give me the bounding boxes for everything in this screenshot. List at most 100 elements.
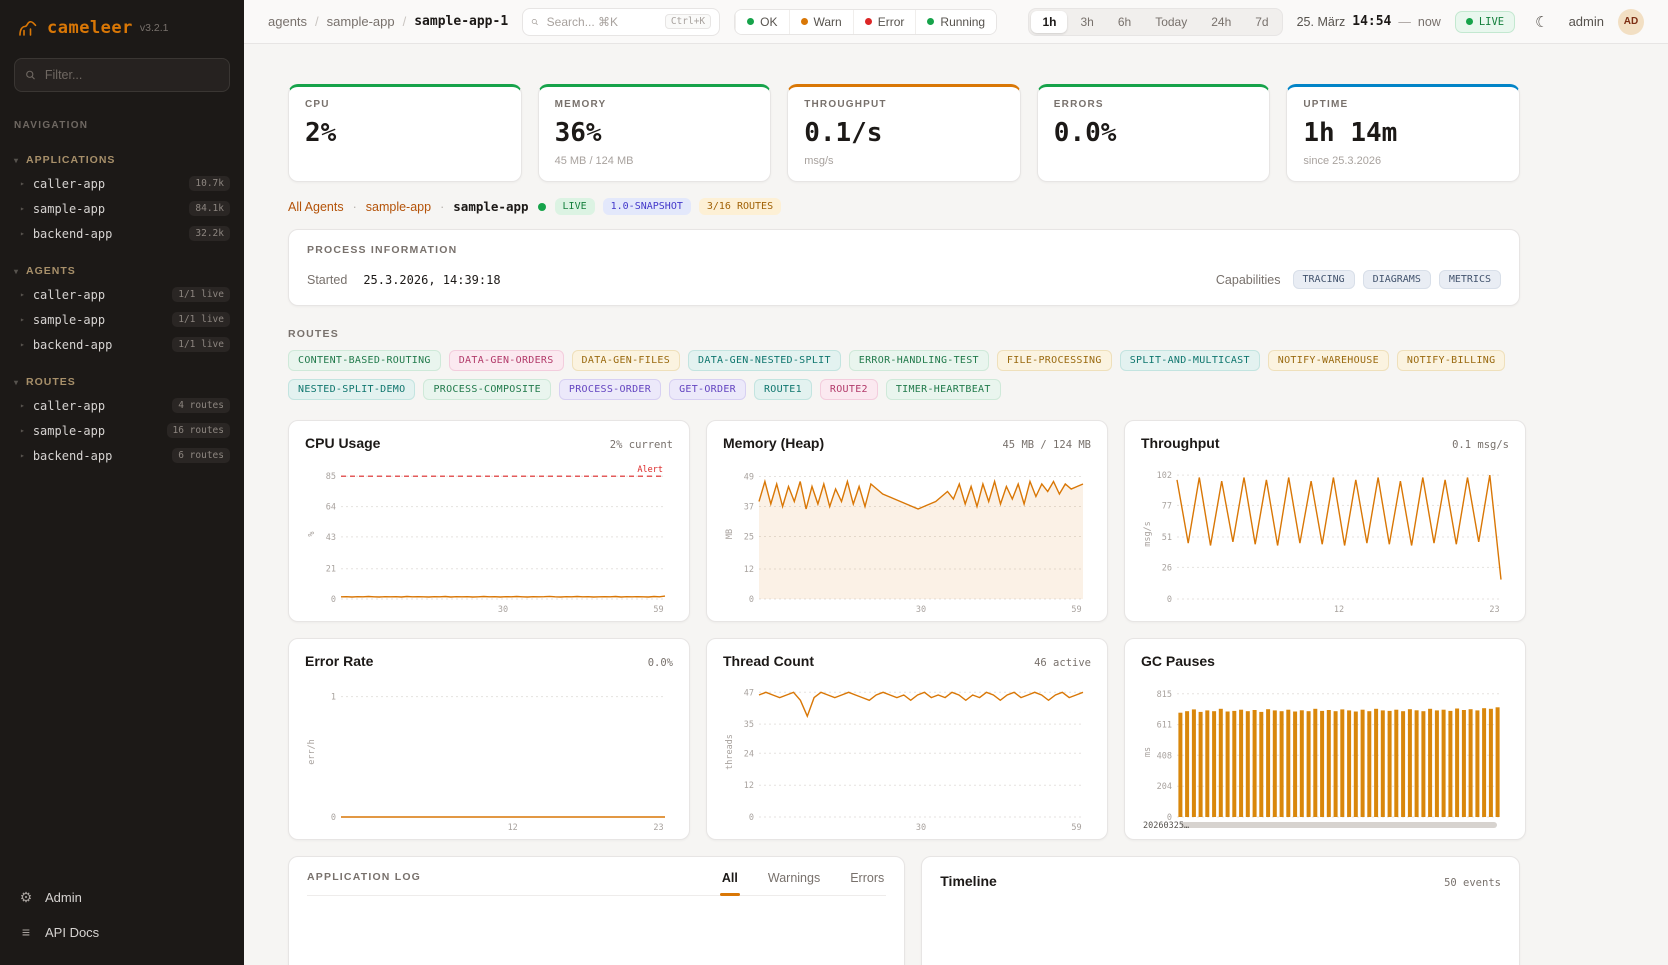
stat-card[interactable]: CPU 2% <box>288 84 522 182</box>
date-range-display[interactable]: 25. März 14:54 — now <box>1297 14 1441 29</box>
capability-badge[interactable]: TRACING <box>1293 270 1355 289</box>
log-tabs: All Warnings Errors <box>720 871 886 895</box>
agent-context-bar: All Agents · sample-app · sample-app LIV… <box>288 198 1520 215</box>
svg-text:30: 30 <box>498 605 508 615</box>
svg-text:12: 12 <box>508 823 518 833</box>
route-chip[interactable]: NOTIFY-WAREHOUSE <box>1268 350 1389 371</box>
time-range-button[interactable]: 24h <box>1200 11 1242 33</box>
chart-plot[interactable]: 01err/h1223 <box>305 675 673 833</box>
item-label: backend-app <box>33 449 112 463</box>
agent-badge: LIVE <box>555 198 595 215</box>
log-tab[interactable]: All <box>720 871 740 895</box>
sidebar-item-application[interactable]: ▸ sample-app 84.1k <box>0 196 244 221</box>
chevron-down-icon: ▾ <box>14 378 19 387</box>
section-header-routes[interactable]: ▾ ROUTES <box>0 371 244 393</box>
app-link[interactable]: sample-app <box>366 200 431 214</box>
breadcrumb-agents[interactable]: agents <box>268 14 307 29</box>
route-chip[interactable]: FILE-PROCESSING <box>997 350 1112 371</box>
filter-input[interactable] <box>43 67 219 83</box>
route-chip[interactable]: DATA-GEN-NESTED-SPLIT <box>688 350 841 371</box>
sidebar-filter[interactable] <box>14 58 230 92</box>
chevron-right-icon: ▸ <box>20 204 25 213</box>
sidebar-navigation: NAVIGATION ▾ APPLICATIONS ▸ caller-app 1… <box>0 92 244 872</box>
stat-card[interactable]: MEMORY 36% 45 MB / 124 MB <box>538 84 772 182</box>
stat-value: 1h 14m <box>1303 118 1503 148</box>
sidebar-item-agent[interactable]: ▸ caller-app 1/1 live <box>0 282 244 307</box>
sidebar-item-application[interactable]: ▸ backend-app 32.2k <box>0 221 244 246</box>
route-chip[interactable]: PROCESS-COMPOSITE <box>423 379 550 400</box>
section-header-agents[interactable]: ▾ AGENTS <box>0 260 244 282</box>
chart-title: Thread Count <box>723 653 814 669</box>
stat-card[interactable]: THROUGHPUT 0.1/s msg/s <box>787 84 1021 182</box>
log-tab[interactable]: Errors <box>848 871 886 895</box>
status-filter-button[interactable]: Warn <box>789 10 853 34</box>
svg-text:408: 408 <box>1157 751 1172 761</box>
sidebar-item-route-group[interactable]: ▸ backend-app 6 routes <box>0 443 244 468</box>
avatar[interactable]: AD <box>1618 9 1644 35</box>
svg-text:1: 1 <box>331 693 336 703</box>
sidebar-item-admin[interactable]: ⚙ Admin <box>0 880 244 915</box>
svg-text:37: 37 <box>744 503 754 513</box>
route-chip[interactable]: PROCESS-ORDER <box>559 379 661 400</box>
svg-text:49: 49 <box>744 473 754 483</box>
capability-badge[interactable]: DIAGRAMS <box>1363 270 1431 289</box>
chevron-right-icon: ▸ <box>20 229 25 238</box>
status-filter-button[interactable]: OK <box>735 10 788 34</box>
route-chip[interactable]: GET-ORDER <box>669 379 746 400</box>
chart-current-value: 2% current <box>610 439 673 451</box>
stat-card[interactable]: ERRORS 0.0% <box>1037 84 1271 182</box>
stat-subtext: 45 MB / 124 MB <box>555 155 755 168</box>
log-tab[interactable]: Warnings <box>766 871 822 895</box>
chart-plot[interactable]: 012253749MB3059 <box>723 457 1091 615</box>
sidebar-item-agent[interactable]: ▸ sample-app 1/1 live <box>0 307 244 332</box>
svg-text:err/h: err/h <box>307 739 317 765</box>
route-chip[interactable]: TIMER-HEARTBEAT <box>886 379 1001 400</box>
time-range-button[interactable]: 1h <box>1031 11 1067 33</box>
api-docs-label: API Docs <box>45 925 99 940</box>
time-range-button[interactable]: 6h <box>1107 11 1142 33</box>
chart-plot[interactable]: 0204408611815ms20260325… <box>1141 675 1509 833</box>
section-header-applications[interactable]: ▾ APPLICATIONS <box>0 149 244 171</box>
route-chip[interactable]: ERROR-HANDLING-TEST <box>849 350 989 371</box>
route-chip[interactable]: SPLIT-AND-MULTICAST <box>1120 350 1260 371</box>
stat-card[interactable]: UPTIME 1h 14m since 25.3.2026 <box>1286 84 1520 182</box>
sidebar-item-route-group[interactable]: ▸ caller-app 4 routes <box>0 393 244 418</box>
chart-plot[interactable]: 012243547threads3059 <box>723 675 1091 833</box>
svg-text:59: 59 <box>1071 823 1081 833</box>
sidebar-item-route-group[interactable]: ▸ sample-app 16 routes <box>0 418 244 443</box>
capability-badge[interactable]: METRICS <box>1439 270 1501 289</box>
item-count-badge: 32.2k <box>189 226 230 241</box>
all-agents-link[interactable]: All Agents <box>288 200 344 214</box>
stat-value: 0.1/s <box>804 118 1004 148</box>
sidebar-item-application[interactable]: ▸ caller-app 10.7k <box>0 171 244 196</box>
time-range-button[interactable]: 3h <box>1069 11 1104 33</box>
sidebar-item-agent[interactable]: ▸ backend-app 1/1 live <box>0 332 244 357</box>
chart-plot[interactable]: 021436485%3059Alert <box>305 457 673 615</box>
dark-mode-toggle[interactable]: ☾ <box>1529 11 1554 33</box>
live-toggle[interactable]: LIVE <box>1455 11 1515 33</box>
route-chip[interactable]: DATA-GEN-FILES <box>572 350 681 371</box>
breadcrumb-app[interactable]: sample-app <box>327 14 395 29</box>
route-chip[interactable]: ROUTE2 <box>820 379 878 400</box>
process-info-title: PROCESS INFORMATION <box>307 244 1501 256</box>
route-chip[interactable]: NOTIFY-BILLING <box>1397 350 1506 371</box>
sidebar-item-api-docs[interactable]: ≡ API Docs <box>0 915 244 949</box>
route-chip[interactable]: DATA-GEN-ORDERS <box>449 350 564 371</box>
route-chip[interactable]: CONTENT-BASED-ROUTING <box>288 350 441 371</box>
svg-text:0: 0 <box>331 595 336 605</box>
route-chip[interactable]: NESTED-SPLIT-DEMO <box>288 379 415 400</box>
status-filter-button[interactable]: Error <box>853 10 916 34</box>
time-range-button[interactable]: Today <box>1144 11 1198 33</box>
svg-text:77: 77 <box>1162 501 1172 511</box>
search-input[interactable] <box>545 14 659 30</box>
timeline-events-badge: 50 events <box>1444 877 1501 889</box>
time-range-button[interactable]: 7d <box>1244 11 1279 33</box>
chart-plot[interactable]: 0265177102msg/s1223 <box>1141 457 1509 615</box>
global-search[interactable]: Ctrl+K <box>522 8 720 36</box>
breadcrumb: agents / sample-app / sample-app-1 <box>268 14 508 29</box>
route-chip[interactable]: ROUTE1 <box>754 379 812 400</box>
chart-current-value: 45 MB / 124 MB <box>1002 439 1091 451</box>
logo[interactable]: cameleer v3.2.1 <box>0 0 244 48</box>
log-panel-title: APPLICATION LOG <box>307 871 421 895</box>
status-filter-button[interactable]: Running <box>915 10 996 34</box>
